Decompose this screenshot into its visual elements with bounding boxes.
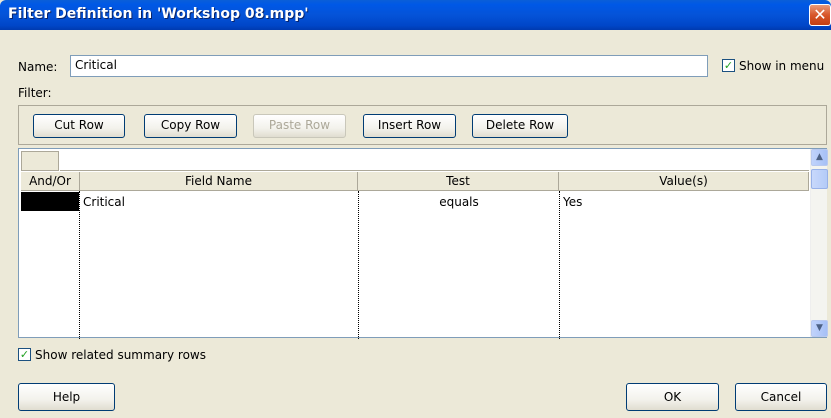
- name-input[interactable]: Critical: [70, 55, 708, 77]
- cell-edit-line[interactable]: [60, 151, 809, 171]
- insert-row-button[interactable]: Insert Row: [363, 114, 456, 138]
- copy-row-button[interactable]: Copy Row: [144, 114, 237, 138]
- column-divider: [559, 191, 560, 339]
- chevron-down-icon: ▼: [816, 323, 823, 333]
- scroll-down-button[interactable]: ▼: [811, 320, 828, 337]
- show-in-menu-label: Show in menu: [739, 59, 825, 73]
- check-icon: ✓: [723, 59, 734, 72]
- column-header-values[interactable]: Value(s): [559, 172, 809, 191]
- row-toolbar: Cut Row Copy Row Paste Row Insert Row De…: [18, 105, 827, 145]
- title-bar: Filter Definition in 'Workshop 08.mpp' ✕: [0, 0, 831, 30]
- cut-row-button[interactable]: Cut Row: [33, 114, 125, 138]
- column-header-test[interactable]: Test: [358, 172, 559, 191]
- column-header-and-or[interactable]: And/Or: [21, 172, 80, 191]
- show-in-menu-checkbox[interactable]: ✓: [722, 59, 735, 72]
- field-name-cell[interactable]: Critical: [83, 193, 353, 211]
- name-label: Name:: [18, 60, 58, 74]
- show-related-summary-rows-label: Show related summary rows: [35, 348, 206, 362]
- column-header-field-name[interactable]: Field Name: [80, 172, 358, 191]
- ok-button[interactable]: OK: [626, 383, 719, 411]
- column-divider: [358, 191, 359, 339]
- and-or-cell[interactable]: [21, 192, 79, 211]
- close-button[interactable]: ✕: [809, 4, 831, 26]
- window-title: Filter Definition in 'Workshop 08.mpp': [8, 6, 309, 22]
- test-cell[interactable]: equals: [360, 193, 558, 211]
- delete-row-button[interactable]: Delete Row: [472, 114, 568, 138]
- paste-row-button[interactable]: Paste Row: [253, 114, 346, 138]
- value-cell[interactable]: Yes: [563, 193, 803, 211]
- cancel-button[interactable]: Cancel: [735, 383, 827, 411]
- scroll-up-button[interactable]: ▲: [811, 149, 828, 166]
- vertical-scrollbar[interactable]: ▲ ▼: [810, 149, 828, 337]
- column-divider: [79, 191, 80, 339]
- filter-label: Filter:: [18, 86, 52, 100]
- chevron-up-icon: ▲: [816, 152, 823, 162]
- check-icon: ✓: [19, 348, 30, 361]
- close-icon: ✕: [813, 5, 827, 24]
- filter-criteria-grid[interactable]: And/Or Field Name Test Value(s) Critical…: [18, 148, 828, 339]
- help-button[interactable]: Help: [18, 383, 115, 411]
- scroll-thumb[interactable]: [811, 169, 828, 189]
- show-related-summary-rows-checkbox[interactable]: ✓: [18, 348, 31, 361]
- grid-corner: [21, 151, 59, 171]
